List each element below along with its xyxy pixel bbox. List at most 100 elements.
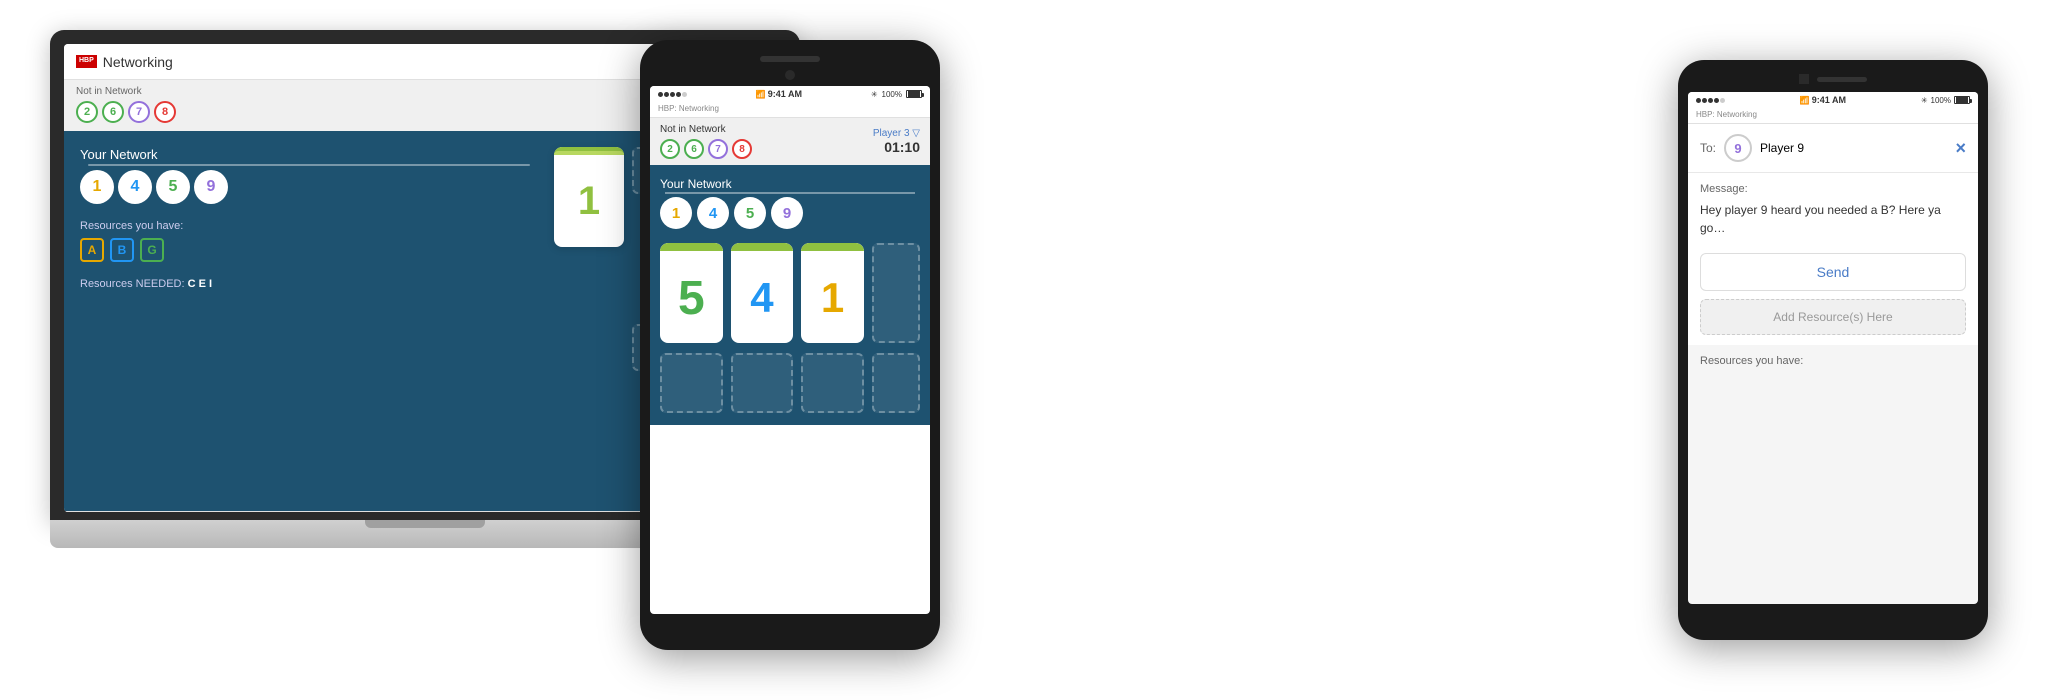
pc-slot-3[interactable]	[801, 353, 864, 413]
message-header: To: 9 Player 9 ×	[1688, 124, 1978, 173]
laptop-network-player-1: 1	[80, 170, 114, 204]
pc-card-4-value: 4	[750, 274, 773, 322]
laptop-player-6: 6	[102, 101, 124, 123]
pr-bluetooth-icon: ✳	[1921, 96, 1928, 105]
phone-right: 📶 9:41 AM ✳ 100% HBP: Networking To:	[1678, 60, 1988, 640]
dot-5	[682, 92, 687, 97]
pc-net-9: 9	[771, 197, 803, 229]
pc-net-5: 5	[734, 197, 766, 229]
phone-right-resources-label: Resources you have:	[1700, 355, 1966, 367]
pr-dot-1	[1696, 98, 1701, 103]
phone-right-top	[1688, 74, 1978, 84]
laptop-player-2: 2	[76, 101, 98, 123]
msg-to-label: To:	[1700, 141, 1716, 155]
pc-net-1: 1	[660, 197, 692, 229]
laptop-network-player-5: 5	[156, 170, 190, 204]
message-body: Message: Hey player 9 heard you needed a…	[1688, 173, 1978, 345]
pc-card-4: 4	[731, 243, 794, 343]
pc-slot-2[interactable]	[731, 353, 794, 413]
phone-center-body: 📶 9:41 AM ✳ 100% HBP: Networking	[640, 40, 940, 650]
laptop-resources-row: A B G	[80, 238, 538, 262]
pr-signal	[1696, 98, 1725, 103]
laptop-resources-needed-label: Resources NEEDED:	[80, 278, 188, 290]
battery-fill	[908, 91, 920, 97]
phone-right-time: 9:41 AM	[1812, 95, 1846, 105]
phone-center-network-row: 1 4 5 9	[660, 197, 920, 229]
phone-right-screen: 📶 9:41 AM ✳ 100% HBP: Networking To:	[1688, 92, 1978, 604]
hbp-logo: HBP	[76, 55, 97, 67]
phone-center-nin-left: Not in Network 2 6 7 8	[660, 124, 752, 159]
phone-center-your-network-label: Your Network	[660, 177, 920, 191]
msg-add-resource-button[interactable]: Add Resource(s) Here	[1700, 299, 1966, 335]
pr-battery-icon	[1954, 96, 1970, 104]
wifi-icon: 📶	[756, 90, 766, 99]
phone-center-screen: 📶 9:41 AM ✳ 100% HBP: Networking	[650, 86, 930, 614]
resource-B: B	[110, 238, 134, 262]
pc-slot-1[interactable]	[660, 353, 723, 413]
pc-nin-8: 8	[732, 139, 752, 159]
phone-center-nin-label: Not in Network	[660, 124, 752, 135]
phone-center-bottom-slots	[660, 353, 920, 413]
dot-3	[670, 92, 675, 97]
phone-right-statusbar: 📶 9:41 AM ✳ 100%	[1688, 92, 1978, 108]
pc-net-4: 4	[697, 197, 729, 229]
pc-card-1-value: 1	[821, 274, 844, 322]
statusbar-center: 📶 9:41 AM	[756, 89, 802, 99]
phone-center-timer: 01:10	[873, 139, 920, 155]
pc-card-5-value: 5	[678, 271, 705, 326]
phone-center-time: 9:41 AM	[768, 89, 802, 99]
msg-player-name: Player 9	[1760, 141, 1947, 155]
laptop-resources-needed: Resources NEEDED: C E I	[80, 274, 538, 292]
pr-time-center: 📶 9:41 AM	[1800, 95, 1846, 105]
pc-card-slot[interactable]	[872, 243, 920, 343]
laptop-left-panel: Your Network 1 4 5 9 Resources you have:…	[80, 147, 538, 495]
msg-player-9-circle: 9	[1724, 134, 1752, 162]
laptop-card-1: 1	[554, 147, 624, 247]
pr-battery-fill	[1956, 97, 1968, 103]
phone-center-speaker	[760, 56, 820, 62]
phone-right-body: 📶 9:41 AM ✳ 100% HBP: Networking To:	[1678, 60, 1988, 640]
phone-center-main: Your Network 1 4 5 9 5 4	[650, 165, 930, 425]
pr-right-status: ✳ 100%	[1921, 96, 1970, 105]
pc-nin-7: 7	[708, 139, 728, 159]
phone-center-not-in-network: Not in Network 2 6 7 8 Player 3 ▽ 01:10	[650, 118, 930, 165]
phone-right-camera	[1799, 74, 1809, 84]
phone-center-statusbar: 📶 9:41 AM ✳ 100%	[650, 86, 930, 102]
dot-1	[658, 92, 663, 97]
resource-A: A	[80, 238, 104, 262]
phone-right-speaker	[1817, 77, 1867, 82]
signal-dots	[658, 92, 687, 97]
pc-nin-6: 6	[684, 139, 704, 159]
bluetooth-icon: ✳	[871, 90, 878, 99]
laptop-logo: HBP Networking	[76, 54, 173, 70]
pr-wifi-icon: 📶	[1800, 96, 1810, 105]
phone-center-camera	[785, 70, 795, 80]
dot-2	[664, 92, 669, 97]
pc-card-5: 5	[660, 243, 723, 343]
laptop-card-value: 1	[578, 179, 600, 224]
resource-G: G	[140, 238, 164, 262]
phone-right-resources-section: Resources you have:	[1688, 345, 1978, 377]
pc-slot-4[interactable]	[872, 353, 920, 413]
pc-card-1: 1	[801, 243, 864, 343]
laptop-player-8: 8	[154, 101, 176, 123]
phone-center-nin-players: 2 6 7 8	[660, 139, 752, 159]
pr-dot-5	[1720, 98, 1725, 103]
phone-center-player-badge[interactable]: Player 3 ▽	[873, 128, 920, 139]
msg-send-button[interactable]: Send	[1700, 253, 1966, 291]
laptop-network-player-4: 4	[118, 170, 152, 204]
laptop-resources-have-label: Resources you have:	[80, 220, 538, 232]
pc-nin-2: 2	[660, 139, 680, 159]
phone-center: 📶 9:41 AM ✳ 100% HBP: Networking	[640, 40, 940, 650]
msg-message-text: Hey player 9 heard you needed a B? Here …	[1700, 201, 1966, 237]
pr-dot-2	[1702, 98, 1707, 103]
dot-4	[676, 92, 681, 97]
msg-close-button[interactable]: ×	[1955, 138, 1966, 159]
laptop-needed-items: C E I	[188, 278, 212, 290]
statusbar-right: ✳ 100%	[871, 90, 922, 99]
msg-player-number: 9	[1734, 141, 1741, 156]
battery-label: 100%	[882, 90, 902, 99]
phone-center-nin-right: Player 3 ▽ 01:10	[873, 128, 920, 155]
laptop-your-network-label: Your Network	[80, 147, 538, 162]
scene: HBP Networking Player 3 ▽ Not in Network…	[0, 0, 2048, 700]
